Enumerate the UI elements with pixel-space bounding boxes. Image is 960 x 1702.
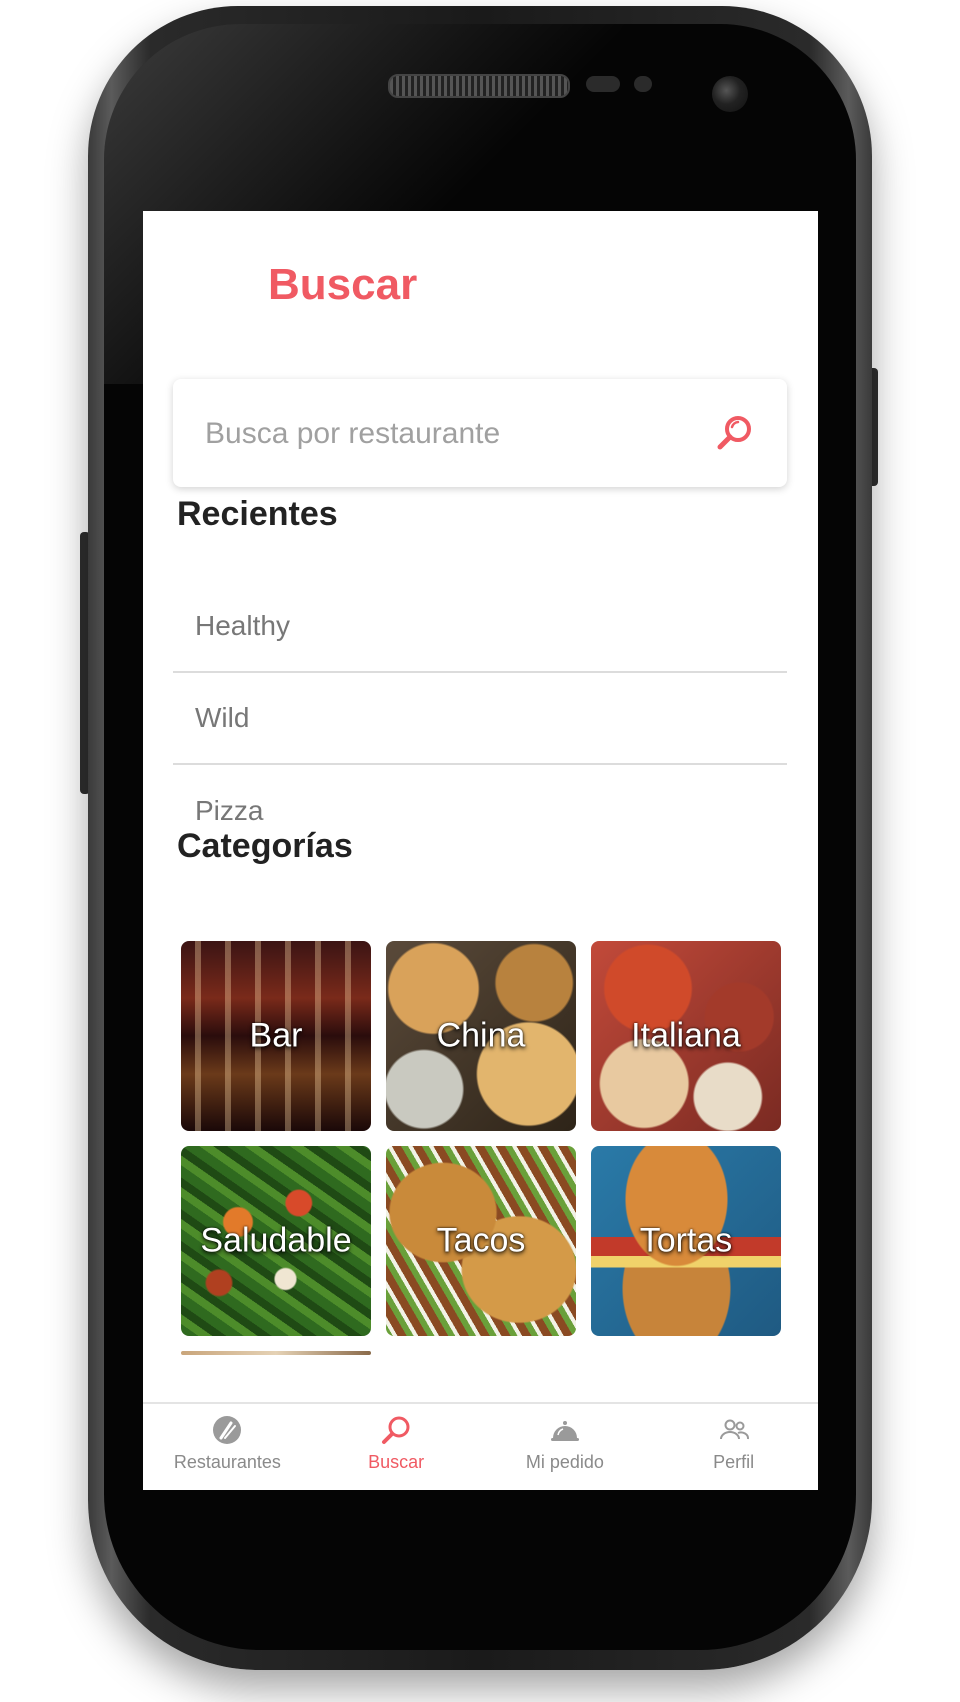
phone-sensor bbox=[586, 76, 620, 92]
recent-item[interactable]: Healthy bbox=[173, 581, 787, 673]
search-icon[interactable] bbox=[715, 413, 755, 453]
recent-list: Healthy Wild Pizza bbox=[173, 581, 787, 857]
recent-item[interactable]: Wild bbox=[173, 673, 787, 765]
category-label: Tortas bbox=[639, 1221, 733, 1260]
nav-label: Buscar bbox=[368, 1452, 425, 1472]
category-tile-tacos[interactable]: Tacos bbox=[386, 1146, 576, 1336]
restaurant-icon bbox=[213, 1416, 242, 1444]
category-tile-bar[interactable]: Bar bbox=[181, 941, 371, 1131]
recent-item-label: Pizza bbox=[195, 795, 264, 826]
category-label: China bbox=[436, 1016, 526, 1055]
phone-camera bbox=[712, 76, 748, 112]
category-tile-china[interactable]: China bbox=[386, 941, 576, 1131]
nav-label: Perfil bbox=[713, 1452, 755, 1472]
app-screen: Buscar Recientes Healthy Wild Pizza Cate… bbox=[143, 211, 818, 1490]
bottom-nav: Restaurantes Buscar Mi pedido Perfil bbox=[143, 1402, 818, 1490]
nav-item-restaurantes[interactable]: Restaurantes bbox=[143, 1404, 312, 1490]
category-label: Bar bbox=[249, 1016, 303, 1055]
recent-heading: Recientes bbox=[177, 495, 338, 533]
phone-sensor bbox=[634, 76, 652, 92]
profile-icon bbox=[719, 1419, 749, 1440]
nav-label: Mi pedido bbox=[525, 1452, 604, 1472]
category-tile-italiana[interactable]: Italiana bbox=[591, 941, 781, 1131]
nav-item-buscar[interactable]: Buscar bbox=[312, 1404, 481, 1490]
page-title: Buscar bbox=[268, 260, 418, 309]
search-box[interactable] bbox=[173, 379, 787, 487]
category-label: Italiana bbox=[631, 1016, 741, 1055]
nav-item-mi-pedido[interactable]: Mi pedido bbox=[481, 1404, 650, 1490]
nav-item-perfil[interactable]: Perfil bbox=[649, 1404, 818, 1490]
nav-label: Restaurantes bbox=[173, 1452, 281, 1472]
category-label: Saludable bbox=[200, 1221, 352, 1260]
recent-item-label: Healthy bbox=[195, 610, 290, 641]
category-label: Tacos bbox=[436, 1221, 526, 1260]
recent-item-label: Wild bbox=[195, 702, 250, 733]
category-tile-saludable[interactable]: Saludable bbox=[181, 1146, 371, 1336]
category-tile-partial bbox=[181, 1351, 371, 1355]
cloche-icon bbox=[550, 1421, 579, 1441]
stage: Buscar Recientes Healthy Wild Pizza Cate… bbox=[0, 0, 960, 1702]
phone-speaker bbox=[388, 74, 570, 98]
search-icon bbox=[382, 1416, 410, 1444]
search-input[interactable] bbox=[203, 407, 707, 461]
categories-heading: Categorías bbox=[177, 827, 353, 865]
category-tile-tortas[interactable]: Tortas bbox=[591, 1146, 781, 1336]
category-grid: Bar China Italiana Saludable Tacos Torta… bbox=[181, 941, 781, 1336]
